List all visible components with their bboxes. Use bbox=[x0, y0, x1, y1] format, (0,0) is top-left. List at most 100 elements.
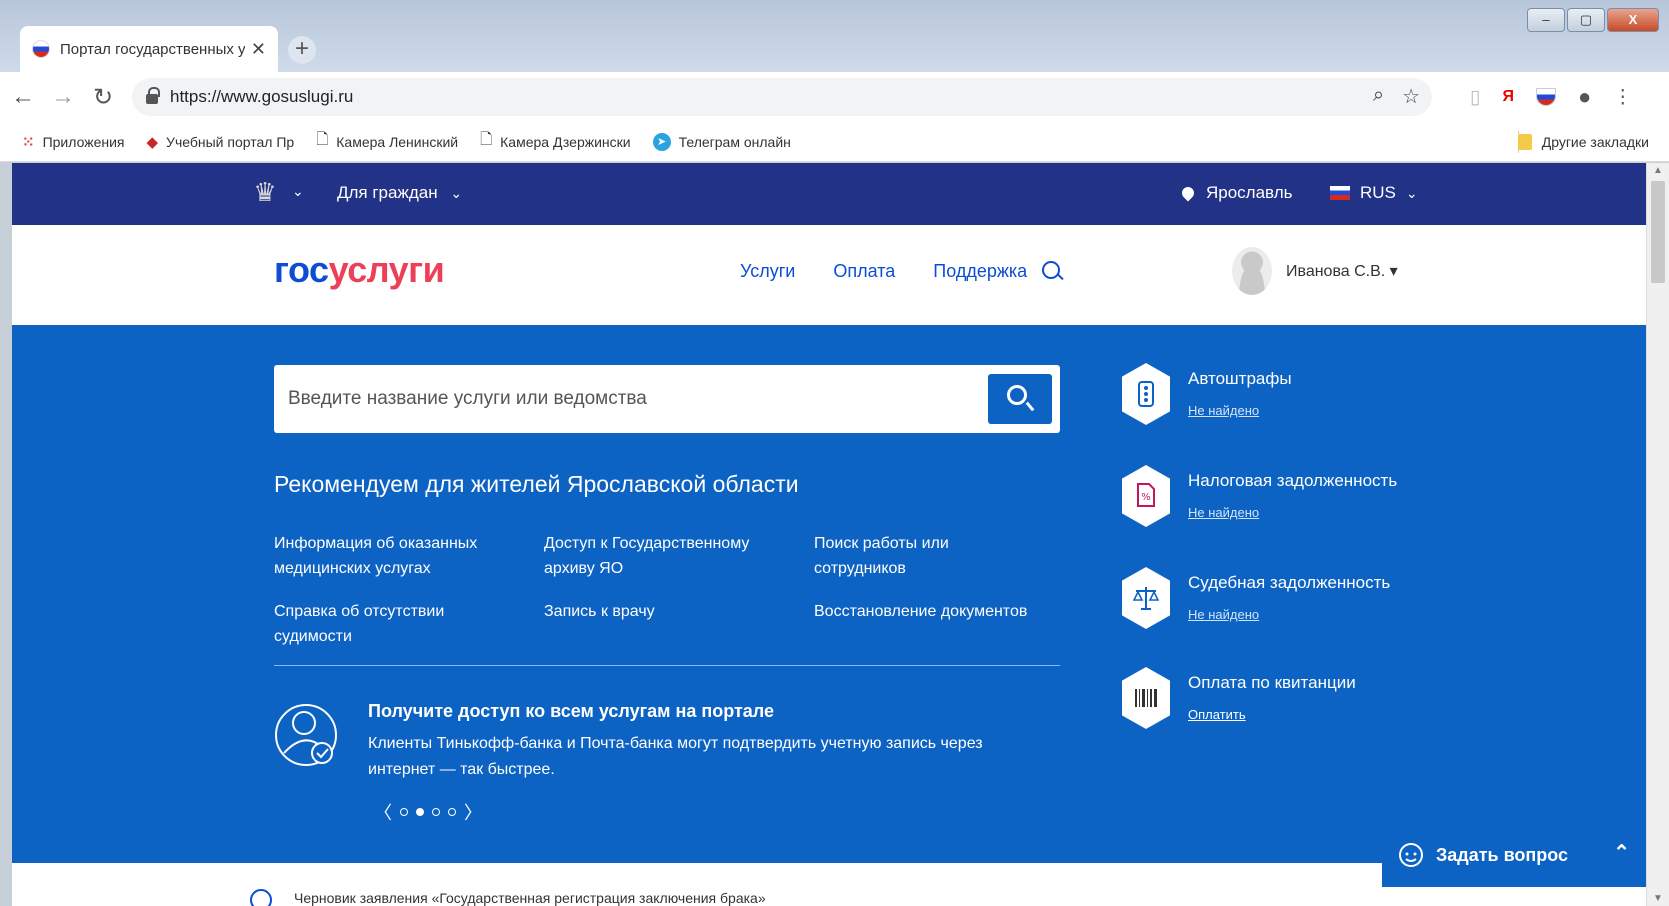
bookmark-edu-portal[interactable]: ◆ Учебный портал Пр bbox=[147, 133, 295, 151]
quick-item-status[interactable]: Не найдено bbox=[1188, 607, 1259, 622]
link-state-archive[interactable]: Доступ к Государственному архиву ЯО bbox=[544, 531, 794, 581]
document-icon: 🗋 bbox=[316, 131, 329, 148]
reload-icon[interactable]: ↻ bbox=[86, 83, 120, 112]
carousel-dot[interactable] bbox=[448, 808, 456, 816]
page-scrollbar[interactable]: ▲ ▼ bbox=[1646, 163, 1669, 906]
close-window-button[interactable]: X bbox=[1607, 8, 1659, 32]
bookmark-camera-leninsky[interactable]: 🗋 Камера Ленинский bbox=[316, 129, 458, 154]
url-text: https://www.gosuslugi.ru bbox=[170, 87, 354, 106]
quick-item-status[interactable]: Не найдено bbox=[1188, 505, 1259, 520]
link-job-search[interactable]: Поиск работы или сотрудников bbox=[814, 531, 1034, 581]
nav-support[interactable]: Поддержка bbox=[933, 261, 1027, 282]
nav-services[interactable]: Услуги bbox=[740, 261, 795, 282]
bookmark-telegram[interactable]: ➤ Телеграм онлайн bbox=[652, 132, 791, 151]
chevron-down-icon[interactable]: ⌄ bbox=[292, 183, 304, 200]
promo-title: Получите доступ ко всем услугам на порта… bbox=[368, 701, 775, 721]
forward-arrow-icon[interactable]: → bbox=[46, 83, 80, 111]
recommendations-column-3: Поиск работы или сотрудников Восстановле… bbox=[814, 531, 1034, 642]
link-medical-services-info[interactable]: Информация об оказанных медицинских услу… bbox=[274, 531, 524, 581]
user-name: Иванова С.В. ▾ bbox=[1286, 263, 1398, 280]
yandex-extension-icon[interactable]: Я bbox=[1502, 88, 1514, 106]
quick-item-title: Автоштрафы bbox=[1188, 369, 1292, 388]
location-pin-icon bbox=[1179, 184, 1197, 202]
telegram-icon: ➤ bbox=[652, 132, 671, 151]
barcode-icon bbox=[1135, 689, 1157, 707]
quick-item-title: Судебная задолженность bbox=[1188, 573, 1391, 592]
hero-divider bbox=[274, 665, 1060, 666]
headset-icon bbox=[1399, 843, 1423, 867]
address-bar[interactable]: https://www.gosuslugi.ru ⌕ ☆ bbox=[132, 78, 1432, 116]
minimize-button[interactable]: – bbox=[1527, 8, 1565, 32]
tab-close-icon[interactable]: ✕ bbox=[251, 39, 266, 60]
quick-item-status[interactable]: Не найдено bbox=[1188, 403, 1259, 418]
browser-toolbar: ← → ↻ https://www.gosuslugi.ru ⌕ ☆ ▯ Я ●… bbox=[0, 72, 1669, 122]
city-selector[interactable]: Ярославль bbox=[1179, 183, 1292, 203]
draft-text[interactable]: Черновик заявления «Государственная реги… bbox=[294, 890, 766, 906]
service-search bbox=[274, 365, 1060, 433]
carousel-controls: 〈 〉 bbox=[374, 799, 482, 825]
traffic-light-icon bbox=[1138, 381, 1154, 407]
recommendations-column-2: Доступ к Государственному архиву ЯО Запи… bbox=[544, 531, 794, 642]
window-controls: – ▢ X bbox=[1527, 8, 1659, 32]
graduation-cap-icon: ◆ bbox=[146, 133, 159, 151]
quick-item-title: Оплата по квитанции bbox=[1188, 673, 1356, 692]
chevron-down-icon: ⌄ bbox=[1405, 184, 1418, 201]
link-no-criminal-record[interactable]: Справка об отсутствии судимости bbox=[274, 599, 524, 649]
zoom-icon[interactable]: ⌕ bbox=[1373, 84, 1384, 109]
site-header: госуслуги Услуги Оплата Поддержка Иванов… bbox=[12, 225, 1646, 325]
carousel-dot[interactable] bbox=[432, 808, 440, 816]
scales-icon bbox=[1133, 587, 1159, 610]
clock-icon bbox=[250, 889, 272, 906]
avatar bbox=[1232, 247, 1272, 295]
scroll-down-icon[interactable]: ▼ bbox=[1653, 893, 1663, 904]
search-icon[interactable] bbox=[1042, 261, 1060, 279]
user-verified-icon bbox=[275, 704, 337, 766]
page-viewport: ♛ ⌄ Для граждан ⌄ Ярославль RUS ⌄ госусл… bbox=[12, 163, 1646, 906]
lock-icon bbox=[146, 87, 160, 104]
carousel-dot-active[interactable] bbox=[416, 808, 424, 816]
search-button[interactable] bbox=[988, 374, 1052, 424]
russia-shield-extension-icon[interactable] bbox=[1535, 88, 1556, 106]
folder-icon bbox=[1517, 133, 1532, 150]
coat-of-arms-icon[interactable]: ♛ bbox=[250, 177, 280, 211]
bookmark-camera-dzerzhinsky[interactable]: 🗋 Камера Дзержински bbox=[480, 129, 631, 154]
document-icon: 🗋 bbox=[480, 131, 493, 148]
carousel-next-icon[interactable]: 〉 bbox=[464, 799, 482, 825]
link-restore-documents[interactable]: Восстановление документов bbox=[814, 599, 1034, 624]
search-icon bbox=[1007, 385, 1027, 405]
carousel-prev-icon[interactable]: 〈 bbox=[374, 799, 392, 825]
profile-icon[interactable]: ● bbox=[1578, 84, 1591, 110]
scroll-up-icon[interactable]: ▲ bbox=[1653, 165, 1663, 176]
user-menu[interactable]: Иванова С.В. ▾ bbox=[1232, 247, 1398, 295]
search-input[interactable] bbox=[288, 365, 988, 433]
language-selector[interactable]: RUS ⌄ bbox=[1330, 183, 1418, 203]
menu-dots-icon[interactable]: ⋮ bbox=[1613, 86, 1632, 109]
bookmark-star-icon[interactable]: ☆ bbox=[1402, 84, 1420, 109]
scrollbar-thumb[interactable] bbox=[1651, 181, 1665, 283]
recommendations-column-1: Информация об оказанных медицинских услу… bbox=[274, 531, 524, 667]
bookmark-apps[interactable]: ⁙ Приложения bbox=[22, 133, 125, 151]
pdf-extension-icon[interactable]: ▯ bbox=[1470, 86, 1480, 109]
bookmarks-bar: ⁙ Приложения ◆ Учебный портал Пр 🗋 Камер… bbox=[0, 122, 1669, 162]
recommendations-title: Рекомендуем для жителей Ярославской обла… bbox=[274, 471, 799, 497]
promo-text: Клиенты Тинькофф-банка и Почта-банка мог… bbox=[368, 735, 983, 778]
maximize-button[interactable]: ▢ bbox=[1567, 8, 1605, 32]
gov-topbar: ♛ ⌄ Для граждан ⌄ Ярославль RUS ⌄ bbox=[12, 163, 1646, 225]
for-citizens-dropdown[interactable]: Для граждан ⌄ bbox=[337, 183, 462, 203]
chevron-up-icon: ⌃ bbox=[1613, 842, 1630, 864]
ask-question-label: Задать вопрос bbox=[1436, 844, 1569, 865]
nav-payment[interactable]: Оплата bbox=[833, 261, 895, 282]
ask-question-button[interactable]: Задать вопрос ⌃ bbox=[1382, 823, 1646, 887]
quick-item-title: Налоговая задолженность bbox=[1188, 471, 1398, 490]
link-doctor-appointment[interactable]: Запись к врачу bbox=[544, 599, 794, 624]
extension-icons: ▯ Я ● ⋮ bbox=[1470, 84, 1632, 110]
pay-link[interactable]: Оплатить bbox=[1188, 707, 1246, 722]
gosuslugi-logo[interactable]: госуслуги bbox=[274, 249, 445, 291]
browser-tab[interactable]: Портал государственных услуг Р ✕ bbox=[20, 26, 278, 72]
carousel-dot[interactable] bbox=[400, 808, 408, 816]
russia-flag-icon bbox=[32, 40, 50, 58]
other-bookmarks[interactable]: Другие закладки bbox=[1517, 133, 1649, 150]
browser-titlebar: Портал государственных услуг Р ✕ + – ▢ X bbox=[0, 0, 1669, 72]
back-arrow-icon[interactable]: ← bbox=[6, 83, 40, 111]
new-tab-button[interactable]: + bbox=[288, 36, 316, 64]
